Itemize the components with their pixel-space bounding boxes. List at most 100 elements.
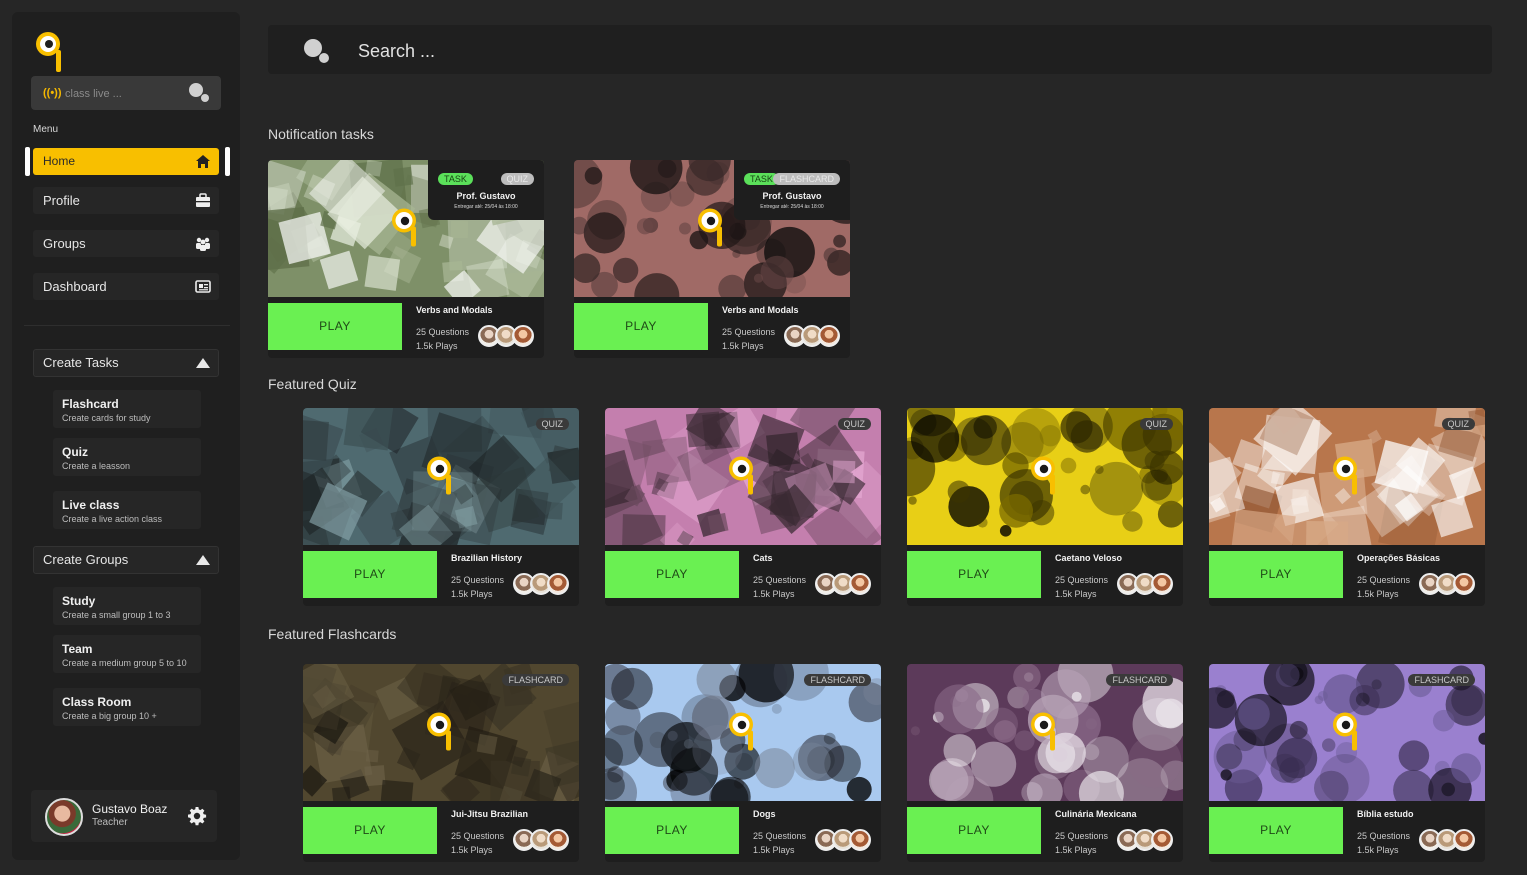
- avatar: [512, 325, 534, 347]
- flashcard-card[interactable]: FLASHCARD PLAY Culinária Mexicana 25 Que…: [907, 664, 1183, 862]
- type-tag: FLASHCARD: [502, 674, 569, 686]
- cover-shape: [985, 707, 1018, 740]
- deadline: Entregar até: 25/04 às 18:00: [760, 204, 824, 210]
- cover-shape: [833, 234, 846, 248]
- newspaper-icon: [195, 280, 211, 293]
- cover-shape: [999, 493, 1033, 528]
- app-logo: [36, 32, 61, 72]
- cover-shape: [910, 414, 960, 463]
- participant-avatars: [815, 573, 875, 597]
- play-count: 1.5k Plays: [1055, 845, 1097, 855]
- active-indicator-left: [25, 147, 30, 176]
- create-team-group-item[interactable]: Team Create a medium group 5 to 10: [53, 635, 201, 673]
- cover-shape: [823, 732, 836, 745]
- flashcard-card[interactable]: FLASHCARD PLAY Jui-Jitsu Brazilian 25 Qu…: [303, 664, 579, 862]
- cover-shape: [1355, 692, 1370, 707]
- cover-shape: [1127, 734, 1182, 789]
- avatar: [547, 573, 569, 595]
- cover-shape: [365, 160, 383, 177]
- cover-shape: [1289, 720, 1308, 739]
- notification-card[interactable]: TASK QUIZ Prof. Gustavo Entregar até: 25…: [268, 160, 544, 358]
- play-button[interactable]: PLAY: [303, 807, 437, 854]
- cover-shape: [908, 496, 917, 505]
- create-tasks-toggle[interactable]: Create Tasks: [33, 349, 219, 377]
- quiz-card[interactable]: QUIZ PLAY Operações Básicas 25 Questions…: [1209, 408, 1485, 606]
- settings-gear-icon[interactable]: [187, 806, 207, 826]
- sidebar: ((•)) Menu Home Profile Groups Dashboard: [12, 12, 240, 860]
- cover-shape: [947, 480, 971, 503]
- create-quiz-title: Quiz: [62, 445, 88, 459]
- live-class-input[interactable]: [63, 84, 187, 104]
- quiz-card[interactable]: QUIZ PLAY Brazilian History 25 Questions…: [303, 408, 579, 606]
- avatar: [1453, 573, 1475, 595]
- flashcard-card[interactable]: FLASHCARD PLAY Bíblia estudo 25 Question…: [1209, 664, 1485, 862]
- question-count: 25 Questions: [1357, 575, 1411, 585]
- play-button[interactable]: PLAY: [1209, 807, 1343, 854]
- cover-shape: [846, 776, 872, 801]
- create-flashcard-desc: Create cards for study: [62, 413, 151, 423]
- create-live-class-item[interactable]: Live class Create a live action class: [53, 491, 201, 529]
- search-icon[interactable]: [304, 39, 330, 65]
- participant-avatars: [784, 325, 844, 349]
- flashcard-card[interactable]: FLASHCARD PLAY Dogs 25 Questions 1.5k Pl…: [605, 664, 881, 862]
- cover-shape: [1085, 718, 1097, 730]
- play-button[interactable]: PLAY: [268, 303, 402, 350]
- deadline: Entregar até: 25/04 às 18:00: [454, 204, 518, 210]
- play-button[interactable]: PLAY: [303, 551, 437, 598]
- cover-shape: [823, 247, 839, 263]
- nav-home[interactable]: Home: [33, 148, 219, 175]
- create-tasks-label: Create Tasks: [43, 355, 119, 370]
- nav-dashboard[interactable]: Dashboard: [33, 273, 219, 300]
- play-button[interactable]: PLAY: [605, 551, 739, 598]
- create-classroom-group-item[interactable]: Class Room Create a big group 10 +: [53, 688, 201, 726]
- cover-shape: [1398, 740, 1430, 771]
- create-study-group-item[interactable]: Study Create a small group 1 to 3: [53, 587, 201, 625]
- play-button[interactable]: PLAY: [907, 551, 1041, 598]
- cover-shape: [1290, 496, 1310, 515]
- quiz-card[interactable]: QUIZ PLAY Cats 25 Questions 1.5k Plays: [605, 408, 881, 606]
- cover-shape: [667, 730, 678, 741]
- cover-shape: [1371, 679, 1382, 690]
- user-card[interactable]: Gustavo Boaz Teacher: [31, 790, 217, 842]
- play-count: 1.5k Plays: [451, 589, 493, 599]
- avatar: [1151, 829, 1173, 851]
- card-title: Verbs and Modals: [722, 305, 799, 315]
- cover-shape: [393, 166, 414, 187]
- cover-shape: [476, 733, 498, 755]
- notification-card[interactable]: TASK FLASHCARD Prof. Gustavo Entregar at…: [574, 160, 850, 358]
- participant-avatars: [1419, 573, 1479, 597]
- create-groups-toggle[interactable]: Create Groups: [33, 546, 219, 574]
- featured-flashcards-heading: Featured Flashcards: [268, 626, 397, 642]
- participant-avatars: [513, 829, 573, 853]
- create-quiz-item[interactable]: Quiz Create a leasson: [53, 438, 201, 476]
- play-button[interactable]: PLAY: [574, 303, 708, 350]
- cover-shape: [1014, 730, 1035, 751]
- play-button[interactable]: PLAY: [1209, 551, 1343, 598]
- question-count: 25 Questions: [753, 575, 807, 585]
- cover-shape: [766, 432, 801, 467]
- play-button[interactable]: PLAY: [907, 807, 1041, 854]
- main-search-input[interactable]: [356, 37, 960, 65]
- card-title: Caetano Veloso: [1055, 553, 1123, 563]
- create-flashcard-item[interactable]: Flashcard Create cards for study: [53, 390, 201, 428]
- nav-dashboard-label: Dashboard: [43, 279, 107, 294]
- live-class-search[interactable]: ((•)): [31, 76, 221, 110]
- cover-shape: [584, 167, 603, 185]
- cover-shape: [1276, 737, 1318, 779]
- main-search-bar[interactable]: [268, 25, 1492, 74]
- create-quiz-desc: Create a leasson: [62, 461, 131, 471]
- cover-shape: [999, 525, 1012, 537]
- cover-shape: [943, 734, 977, 767]
- nav-groups[interactable]: Groups: [33, 230, 219, 257]
- nav-profile[interactable]: Profile: [33, 187, 219, 214]
- task-info-panel: TASK QUIZ Prof. Gustavo Entregar até: 25…: [428, 160, 544, 220]
- participant-avatars: [478, 325, 538, 349]
- cover-shape: [636, 218, 654, 235]
- avatar: [1151, 573, 1173, 595]
- search-icon[interactable]: [189, 83, 211, 105]
- participant-avatars: [1419, 829, 1479, 853]
- notification-tasks-heading: Notification tasks: [268, 126, 374, 142]
- play-button[interactable]: PLAY: [605, 807, 739, 854]
- quiz-card[interactable]: QUIZ PLAY Caetano Veloso 25 Questions 1.…: [907, 408, 1183, 606]
- cover-shape: [679, 222, 691, 235]
